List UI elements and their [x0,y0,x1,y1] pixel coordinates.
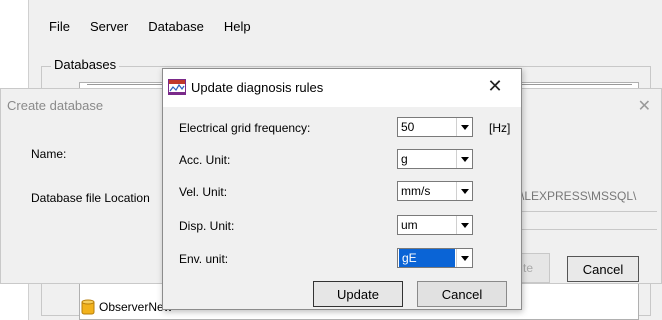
menu-database[interactable]: Database [148,19,204,34]
location-label: Database file Location [31,191,150,205]
name-label: Name: [31,147,67,161]
chevron-down-icon[interactable] [456,118,472,136]
vel-unit-select[interactable]: mm/s [397,181,473,201]
env-unit-label: Env. unit: [179,252,229,266]
vel-unit-value: mm/s [401,184,431,198]
chevron-down-icon[interactable] [456,216,472,234]
chevron-down-icon[interactable] [456,249,472,267]
disp-unit-label: Disp. Unit: [179,219,235,233]
env-unit-select[interactable]: gE [397,248,473,268]
list-item[interactable]: ObserverNew [81,297,172,317]
database-icon [81,299,95,315]
chevron-down-icon[interactable] [456,150,472,168]
divider [517,211,657,212]
acc-unit-label: Acc. Unit: [179,153,231,167]
grid-frequency-select[interactable]: 50 [397,117,473,137]
menu-help[interactable]: Help [224,19,251,34]
close-icon[interactable]: ✕ [638,96,651,116]
disp-unit-value: um [401,218,418,232]
vel-unit-label: Vel. Unit: [179,185,228,199]
create-database-title: Create database [7,98,104,113]
env-unit-value: gE [399,249,455,267]
menu-server[interactable]: Server [90,19,128,34]
chevron-down-icon[interactable] [456,182,472,200]
app-icon [168,79,186,95]
grid-frequency-value: 50 [401,120,415,134]
hz-unit-label: [Hz] [489,121,511,135]
update-button[interactable]: Update [313,281,403,307]
grid-frequency-label: Electrical grid frequency: [179,121,311,135]
disp-unit-select[interactable]: um [397,215,473,235]
menu-bar: File Server Database Help [29,14,662,38]
menu-file[interactable]: File [49,19,70,34]
close-icon[interactable]: ✕ [485,76,505,98]
acc-unit-select[interactable]: g [397,149,473,169]
dialog-titlebar[interactable]: Update diagnosis rules ✕ [163,69,521,107]
dialog-title: Update diagnosis rules [191,80,324,95]
divider [517,229,657,230]
update-diagnosis-dialog: Update diagnosis rules ✕ Electrical grid… [162,68,522,310]
location-path: \LEXPRESS\MSSQL\ [521,189,637,203]
databases-group-label: Databases [51,57,120,72]
acc-unit-value: g [401,152,408,166]
cancel-button[interactable]: Cancel [417,281,507,307]
create-cancel-button[interactable]: Cancel [567,256,639,282]
